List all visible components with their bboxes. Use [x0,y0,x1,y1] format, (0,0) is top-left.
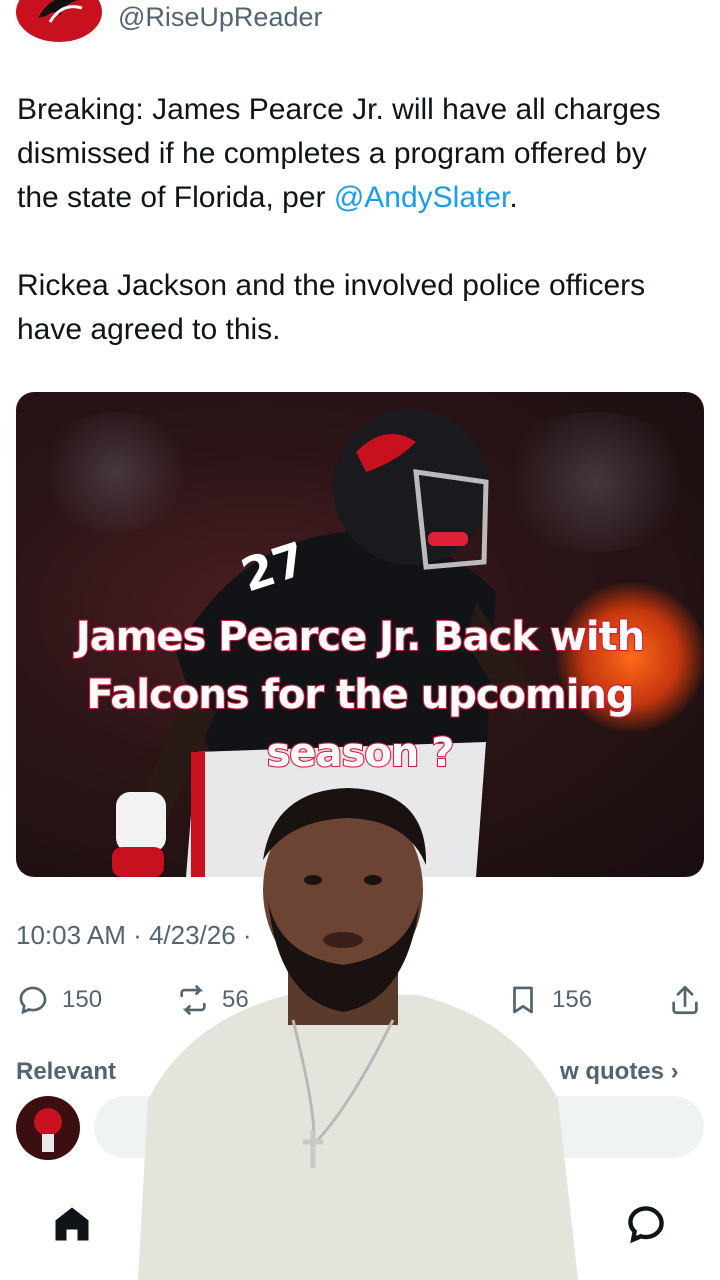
user-avatar[interactable] [16,1096,80,1160]
user-avatar-image [34,1108,62,1152]
creator-overlay-image [138,788,578,1280]
profile-avatar[interactable] [16,0,102,42]
caption-line: James Pearce Jr. Back with [75,613,646,661]
share-icon [672,985,698,1015]
tweet-line-text: the state of Florida, per [17,181,334,214]
tweet-handle[interactable]: @RiseUpReader [118,2,323,33]
reply-button[interactable]: 150 [16,982,102,1018]
tweet-line: Rickea Jackson and the involved police o… [17,269,646,302]
reply-icon [19,986,47,1015]
home-icon[interactable] [50,1202,94,1246]
reply-count: 150 [62,986,103,1013]
caption-line: season ? [266,729,456,777]
falcons-logo-icon [38,0,83,23]
share-button[interactable] [668,982,702,1018]
mention-link[interactable]: @AndySlater [334,181,510,214]
tweet-text: Breaking: James Pearce Jr. will have all… [17,88,707,352]
tweet-line: dismissed if he completes a program offe… [17,137,647,170]
caption-line: Falcons for the upcoming [85,671,635,719]
messages-icon[interactable] [624,1202,668,1246]
video-caption-overlay: James Pearce Jr. Back with Falcons for t… [30,608,690,782]
relevant-replies-filter[interactable]: Relevant [16,1058,116,1086]
tweet-line: have agreed to this. [17,313,281,346]
tweet-line: the state of Florida, per @AndySlater. [17,176,707,220]
tweet-line: Breaking: James Pearce Jr. will have all… [17,93,661,126]
tweet-line-text: . [509,181,518,214]
